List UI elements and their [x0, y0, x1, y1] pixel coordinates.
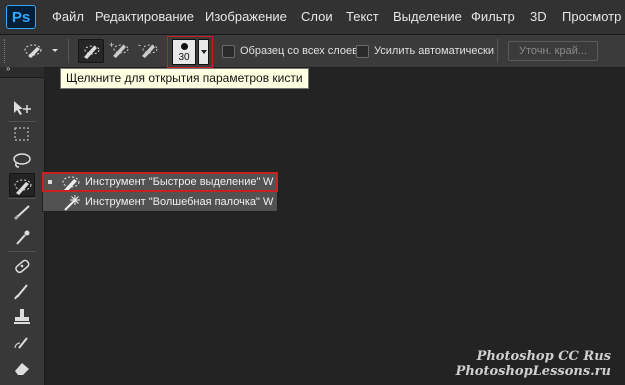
brush-tip-icon: [181, 43, 188, 50]
auto-enhance-label: Усилить автоматически: [374, 45, 494, 57]
photoshop-logo[interactable]: Ps: [6, 5, 36, 29]
selection-tools-flyout: Инструмент "Быстрое выделение" W Инструм…: [42, 172, 278, 212]
separator: [497, 39, 498, 63]
menu-file[interactable]: Файл: [52, 9, 84, 24]
eraser-tool[interactable]: [9, 356, 35, 380]
clone-stamp-tool[interactable]: [9, 305, 35, 329]
quick-selection-icon: [14, 179, 32, 195]
brush-dropdown-arrow[interactable]: [198, 39, 209, 65]
flyout-item-magic-wand[interactable]: Инструмент "Волшебная палочка" W: [43, 193, 277, 212]
sample-all-layers-checkbox[interactable]: [222, 45, 235, 58]
sample-all-layers-label: Образец со всех слоев: [240, 45, 358, 57]
healing-brush-icon: [15, 259, 30, 274]
move-tool[interactable]: [9, 96, 35, 120]
menu-bar: Ps Файл Редактирование Изображение Слои …: [0, 0, 625, 35]
tool-preset-picker[interactable]: [22, 39, 58, 63]
crop-tool[interactable]: [9, 200, 35, 224]
lasso-tool[interactable]: [9, 148, 35, 172]
subtract-from-selection-button[interactable]: -: [137, 39, 163, 63]
separator: [68, 39, 69, 63]
brush-icon: [14, 284, 28, 300]
flyout-item-quick-selection[interactable]: Инструмент "Быстрое выделение" W: [42, 172, 278, 192]
auto-enhance-checkbox[interactable]: [356, 45, 369, 58]
toolbox: [0, 78, 45, 385]
watermark: Photoshop CC Rus PhotoshopLessons.ru: [456, 349, 611, 379]
eyedropper-icon: [16, 230, 30, 245]
lasso-icon: [13, 153, 31, 168]
add-to-selection-button[interactable]: +: [108, 39, 134, 63]
brush-selection-icon: [84, 45, 100, 59]
brush-preview[interactable]: 30: [172, 39, 196, 65]
watermark-line2: PhotoshopLessons.ru: [455, 364, 611, 379]
brush-tool[interactable]: [9, 279, 35, 303]
options-grip: [4, 39, 7, 63]
eraser-icon: [15, 363, 29, 375]
healing-brush-tool[interactable]: [9, 254, 35, 278]
menu-edit[interactable]: Редактирование: [95, 9, 194, 24]
menu-layers[interactable]: Слои: [301, 9, 333, 24]
quick-selection-icon: [24, 44, 58, 58]
move-icon: [14, 101, 31, 115]
subtract-brush-selection-icon: -: [138, 40, 158, 58]
menu-select[interactable]: Выделение: [393, 9, 462, 24]
clone-stamp-icon: [14, 309, 30, 324]
tool-separator: [8, 251, 36, 252]
quick-selection-tool[interactable]: [9, 173, 35, 197]
marquee-tool[interactable]: [9, 122, 35, 146]
toolbox-header: »: [0, 64, 44, 78]
menu-view[interactable]: Просмотр: [562, 9, 621, 24]
flyout-item-shortcut: W: [263, 196, 274, 208]
options-bar: + - 30 Образец со всех слоев Усилить авт…: [0, 35, 625, 68]
menu-filter[interactable]: Фильтр: [471, 9, 515, 24]
brush-picker[interactable]: 30: [167, 36, 213, 68]
history-brush-icon: [14, 337, 28, 349]
menu-3d[interactable]: 3D: [530, 9, 547, 24]
brush-size-value: 30: [178, 52, 190, 63]
new-selection-button[interactable]: [78, 39, 104, 63]
refine-edge-button[interactable]: Уточн. край...: [508, 41, 598, 61]
svg-text:-: -: [138, 40, 141, 50]
flyout-item-label: Инструмент "Волшебная палочка": [85, 196, 260, 208]
eyedropper-tool[interactable]: [9, 226, 35, 250]
brush-picker-tooltip: Щелкните для открытия параметров кисти: [60, 68, 309, 89]
collapse-toolbox-icon[interactable]: »: [6, 64, 10, 73]
menu-image[interactable]: Изображение: [205, 9, 287, 24]
crop-icon: [13, 205, 30, 221]
add-brush-selection-icon: +: [109, 40, 129, 58]
history-brush-tool[interactable]: [9, 331, 35, 355]
annotation-highlight: [42, 172, 278, 192]
tool-separator: [8, 198, 36, 199]
magic-wand-icon: [64, 195, 80, 211]
svg-text:+: +: [109, 40, 114, 50]
watermark-line1: Photoshop CC Rus: [476, 349, 611, 364]
menu-type[interactable]: Текст: [346, 9, 379, 24]
rectangular-marquee-icon: [14, 127, 29, 141]
